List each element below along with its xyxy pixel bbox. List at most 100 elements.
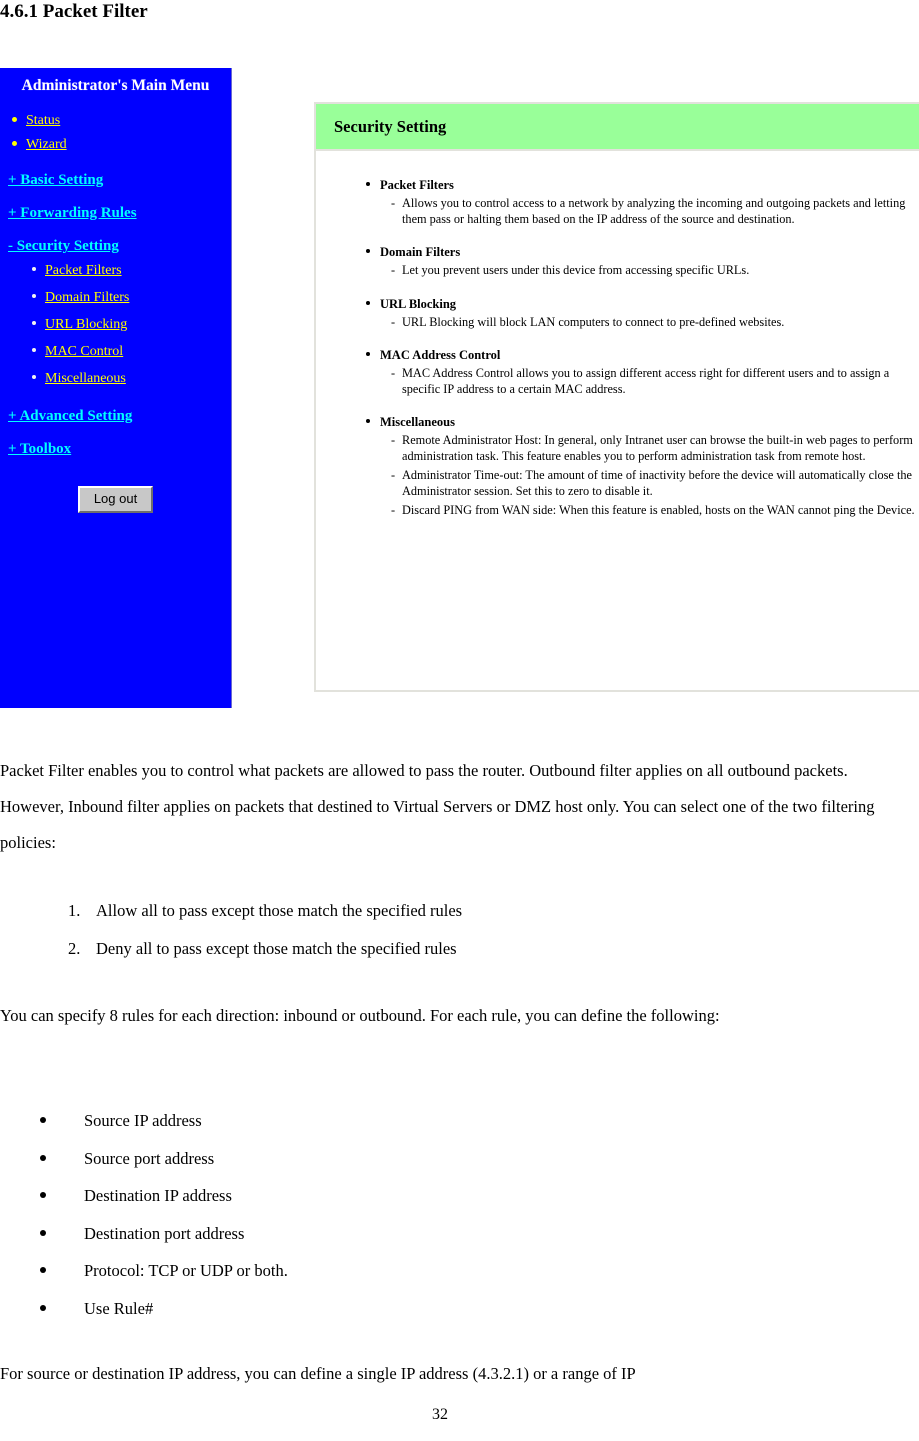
sidebar-section-security-setting[interactable]: - Security Setting Packet Filters Domain… <box>0 237 231 392</box>
sidebar-subitem-label[interactable]: Packet Filters <box>45 263 122 278</box>
bullet-dot-icon <box>366 300 370 305</box>
feature-title-label: Miscellaneous <box>380 415 455 429</box>
sidebar-item-label[interactable]: Wizard <box>26 137 67 152</box>
filtering-policies-list: 1. Allow all to pass except those match … <box>0 892 868 968</box>
sidebar-section-label[interactable]: + Basic Setting <box>8 172 103 189</box>
feature-description-text: Remote Administrator Host: In general, o… <box>402 433 913 463</box>
list-item: 1. Allow all to pass except those match … <box>68 892 868 930</box>
feature-title: Domain Filters <box>364 244 919 260</box>
list-item-label: Use Rule# <box>84 1298 154 1318</box>
feature-title: Packet Filters <box>364 177 919 193</box>
sidebar-section-forwarding-rules[interactable]: + Forwarding Rules <box>0 204 231 222</box>
sidebar-item-status[interactable]: Status <box>8 108 231 132</box>
closing-paragraph: For source or destination IP address, yo… <box>0 1364 636 1383</box>
feature-title: MAC Address Control <box>364 347 919 363</box>
bullet-dot-icon <box>40 1192 46 1198</box>
sidebar-section-label[interactable]: - Security Setting <box>8 238 119 255</box>
list-item: 2. Deny all to pass except those match t… <box>68 930 868 968</box>
bullet-dot-icon <box>32 267 36 271</box>
feature-descriptions: - Allows you to control access to a netw… <box>364 196 919 227</box>
dash-icon: - <box>391 433 396 447</box>
page-title: 4.6.1 Packet Filter <box>0 1 148 22</box>
rule-fields-list: Source IP address Source port address De… <box>0 1102 840 1327</box>
bullet-dot-icon <box>366 419 370 423</box>
sidebar-section-label[interactable]: + Advanced Setting <box>8 408 132 425</box>
feature-description-text: URL Blocking will block LAN computers to… <box>402 314 785 329</box>
sidebar-section-advanced-setting[interactable]: + Advanced Setting <box>0 407 231 425</box>
list-number: 2. <box>68 939 81 958</box>
sidebar-title: Administrator's Main Menu <box>21 77 210 94</box>
dash-icon: - <box>391 468 396 482</box>
page-number: 32 <box>432 1406 448 1423</box>
sidebar-item-miscellaneous[interactable]: Miscellaneous <box>30 365 231 392</box>
feature-descriptions: - MAC Address Control allows you to assi… <box>364 366 919 397</box>
bullet-dot-icon <box>40 1267 46 1273</box>
list-item-label: Source port address <box>84 1148 215 1168</box>
list-item-label: Destination port address <box>84 1223 245 1243</box>
feature-title: URL Blocking <box>364 296 919 312</box>
sidebar-subitem-label[interactable]: Domain Filters <box>45 290 129 305</box>
sidebar-section-basic-setting[interactable]: + Basic Setting <box>0 171 231 189</box>
feature-description: - URL Blocking will block LAN computers … <box>364 315 919 331</box>
feature-title-label: Packet Filters <box>380 178 454 192</box>
dash-icon: - <box>391 314 396 329</box>
sidebar-subitem-label[interactable]: MAC Control <box>45 344 123 359</box>
sidebar-section-toolbox[interactable]: + Toolbox <box>0 440 231 458</box>
panel-body: Packet Filters - Allows you to control a… <box>316 151 919 519</box>
feature-descriptions: - URL Blocking will block LAN computers … <box>364 315 919 331</box>
sidebar-section-label[interactable]: + Toolbox <box>8 441 71 458</box>
feature-mac-address-control: MAC Address Control - MAC Address Contro… <box>364 347 919 397</box>
feature-description: - Administrator Time-out: The amount of … <box>364 468 919 499</box>
bullet-dot-icon <box>32 375 36 379</box>
bullet-dot-icon <box>366 249 370 253</box>
sidebar-item-wizard[interactable]: Wizard <box>8 132 231 156</box>
bullet-dot-icon <box>366 352 370 356</box>
list-item: Source port address <box>40 1140 840 1178</box>
sidebar-subitems-security-setting: Packet Filters Domain Filters URL Blocki… <box>8 257 231 392</box>
feature-description-text: Discard PING from WAN side: When this fe… <box>402 503 915 517</box>
feature-description-text: Let you prevent users under this device … <box>402 263 750 277</box>
list-item: Destination IP address <box>40 1177 840 1215</box>
list-item-label: Protocol: TCP or UDP or both. <box>84 1261 288 1280</box>
sidebar-subitem-label[interactable]: Miscellaneous <box>45 371 126 386</box>
sidebar-item-domain-filters[interactable]: Domain Filters <box>30 284 231 311</box>
logout-button-container: Log out <box>0 486 231 513</box>
list-item-label: Source IP address <box>84 1111 202 1130</box>
feature-url-blocking: URL Blocking - URL Blocking will block L… <box>364 296 919 331</box>
feature-description: - MAC Address Control allows you to assi… <box>364 366 919 397</box>
list-item: Source IP address <box>40 1102 840 1140</box>
bullet-dot-icon <box>32 294 36 298</box>
admin-sidebar: Administrator's Main Menu Status Wizard … <box>0 68 232 708</box>
sidebar-item-mac-control[interactable]: MAC Control <box>30 338 231 365</box>
sidebar-item-label[interactable]: Status <box>26 113 60 128</box>
list-item-label: Deny all to pass except those match the … <box>96 939 457 958</box>
sidebar-simple-items: Status Wizard <box>0 108 231 156</box>
dash-icon: - <box>391 196 396 210</box>
router-admin-figure: Administrator's Main Menu Status Wizard … <box>0 68 919 713</box>
bullet-dot-icon <box>32 348 36 352</box>
feature-descriptions: - Remote Administrator Host: In general,… <box>364 433 919 519</box>
feature-description: - Allows you to control access to a netw… <box>364 196 919 227</box>
feature-miscellaneous: Miscellaneous - Remote Administrator Hos… <box>364 414 919 519</box>
feature-title-label: URL Blocking <box>380 296 457 311</box>
sidebar-item-url-blocking[interactable]: URL Blocking <box>30 311 231 338</box>
list-number: 1. <box>68 901 81 920</box>
feature-domain-filters: Domain Filters - Let you prevent users u… <box>364 244 919 279</box>
list-item: Use Rule# <box>40 1290 840 1328</box>
list-item: Protocol: TCP or UDP or both. <box>40 1252 840 1290</box>
feature-description: - Remote Administrator Host: In general,… <box>364 433 919 464</box>
list-item: Destination port address <box>40 1215 840 1253</box>
bullet-dot-icon <box>40 1304 46 1311</box>
dash-icon: - <box>391 366 396 380</box>
feature-description-text: MAC Address Control allows you to assign… <box>402 366 890 396</box>
feature-title-label: Domain Filters <box>380 245 461 259</box>
sidebar-subitem-label[interactable]: URL Blocking <box>45 317 127 332</box>
panel-header: Security Setting <box>316 104 919 151</box>
sidebar-section-label[interactable]: + Forwarding Rules <box>8 205 137 222</box>
logout-button[interactable]: Log out <box>77 486 154 513</box>
feature-description: - Let you prevent users under this devic… <box>364 263 919 279</box>
bullet-dot-icon <box>32 321 36 325</box>
list-item-label: Allow all to pass except those match the… <box>96 901 463 920</box>
sidebar-item-packet-filters[interactable]: Packet Filters <box>30 257 231 284</box>
feature-packet-filters: Packet Filters - Allows you to control a… <box>364 177 919 227</box>
